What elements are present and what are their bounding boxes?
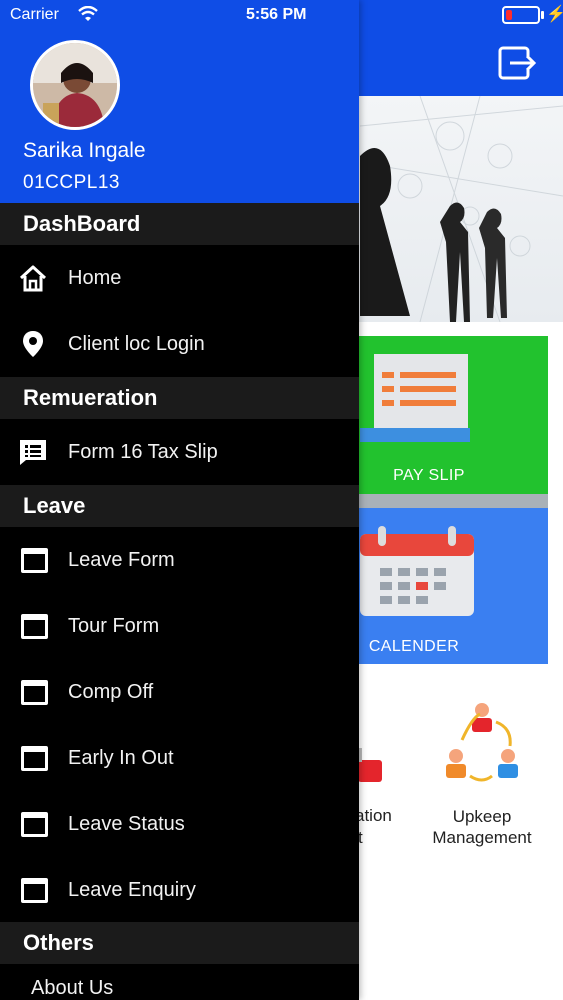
logout-icon[interactable] xyxy=(496,44,538,82)
section-remueration: Remueration xyxy=(0,377,359,419)
user-code: 01CCPL13 xyxy=(23,172,120,193)
upkeep-icon[interactable] xyxy=(444,700,522,788)
menu-item-leave-status[interactable]: Leave Status xyxy=(0,791,359,857)
pay-slip-tile[interactable]: PAY SLIP xyxy=(330,336,548,494)
message-list-icon xyxy=(20,440,46,465)
carrier-label: Carrier xyxy=(10,6,59,23)
section-leave: Leave xyxy=(0,485,359,527)
menu-item-tour-form[interactable]: Tour Form xyxy=(0,593,359,659)
hidden-tile-label: ation xyxy=(355,806,392,825)
user-name: Sarika Ingale xyxy=(23,139,146,162)
menu-item-client-loc-login[interactable]: Client loc Login xyxy=(0,311,359,377)
home-icon xyxy=(19,265,47,292)
drawer-header: Sarika Ingale 01CCPL13 xyxy=(0,0,359,203)
avatar[interactable] xyxy=(30,40,120,130)
location-pin-icon xyxy=(23,331,43,357)
navigation-drawer: Sarika Ingale 01CCPL13 DashBoard Home Cl… xyxy=(0,0,359,1000)
upkeep-management-label[interactable]: Upkeep Management xyxy=(420,806,544,848)
window-icon xyxy=(21,548,48,573)
section-dashboard: DashBoard xyxy=(0,203,359,245)
menu-item-about-us[interactable]: About Us xyxy=(0,964,359,1000)
menu-item-form-16-tax-slip[interactable]: Form 16 Tax Slip xyxy=(0,419,359,485)
window-icon xyxy=(21,680,48,705)
menu-item-leave-enquiry[interactable]: Leave Enquiry xyxy=(0,857,359,923)
menu-item-leave-form[interactable]: Leave Form xyxy=(0,527,359,593)
pay-slip-icon xyxy=(360,354,470,442)
menu-item-comp-off[interactable]: Comp Off xyxy=(0,659,359,725)
calendar-icon xyxy=(360,526,474,616)
clock: 5:56 PM xyxy=(246,6,307,23)
window-icon xyxy=(21,878,48,903)
menu-item-home[interactable]: Home xyxy=(0,245,359,311)
window-icon xyxy=(21,614,48,639)
wifi-icon xyxy=(78,6,98,21)
window-icon xyxy=(21,812,48,837)
window-icon xyxy=(21,746,48,771)
menu-item-early-in-out[interactable]: Early In Out xyxy=(0,725,359,791)
status-bar: Carrier 5:56 PM xyxy=(0,0,563,30)
